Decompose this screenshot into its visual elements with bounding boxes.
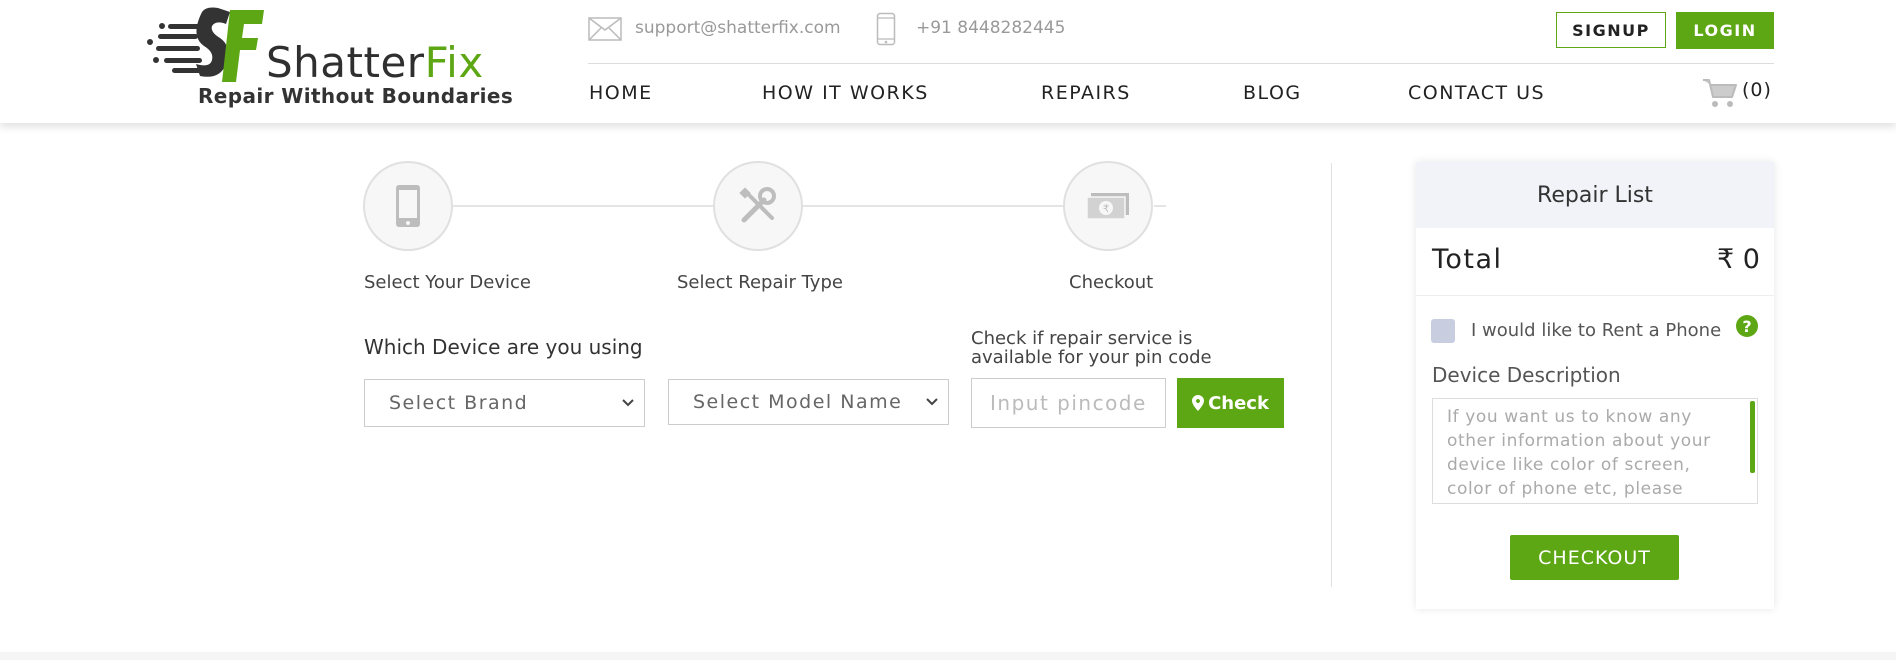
step-checkout: ₹ <box>1063 161 1153 251</box>
check-label: Check <box>1208 392 1269 414</box>
nav-blog[interactable]: BLOG <box>1243 82 1302 104</box>
step-device <box>363 161 453 251</box>
total-label: Total <box>1432 244 1503 275</box>
smartphone-icon <box>396 185 420 227</box>
nav-home[interactable]: HOME <box>589 82 653 104</box>
rupee-cash-icon: ₹ <box>1086 193 1129 220</box>
nav-repairs[interactable]: REPAIRS <box>1041 82 1131 104</box>
device-question: Which Device are you using <box>364 335 643 359</box>
support-phone[interactable]: +91 8448282445 <box>916 18 1065 38</box>
step-connector <box>1154 205 1166 207</box>
support-email[interactable]: support@shatterfix.com <box>635 18 841 38</box>
cart-count[interactable]: (0) <box>1742 79 1772 101</box>
site-header: ShatterFix Repair Without Boundaries sup… <box>0 0 1896 123</box>
help-icon[interactable]: ? <box>1736 315 1758 337</box>
checkout-button[interactable]: CHECKOUT <box>1510 535 1679 580</box>
tools-icon <box>739 187 776 223</box>
textarea-scrollbar[interactable] <box>1750 401 1755 473</box>
pincode-hint: Check if repair service is available for… <box>971 328 1212 368</box>
model-select-value: Select Model Name <box>693 391 903 413</box>
brand-select-value: Select Brand <box>389 392 529 414</box>
chevron-down-icon <box>926 398 938 406</box>
total-value: ₹ 0 <box>1717 244 1760 275</box>
step-label-repair-type: Select Repair Type <box>677 272 843 293</box>
signup-button[interactable]: SIGNUP <box>1556 12 1666 48</box>
step-label-device: Select Your Device <box>364 272 531 293</box>
repair-list-title: Repair List <box>1416 162 1774 228</box>
header-divider <box>588 63 1774 64</box>
login-button[interactable]: LOGIN <box>1676 12 1774 49</box>
logo-tagline: Repair Without Boundaries <box>198 84 514 108</box>
svg-text:₹: ₹ <box>1103 204 1109 215</box>
logo-mark-icon <box>147 7 264 82</box>
check-pincode-button[interactable]: Check <box>1177 378 1284 428</box>
map-pin-icon <box>1192 395 1205 411</box>
step-connector <box>802 205 1064 207</box>
brand-select[interactable]: Select Brand <box>364 379 645 427</box>
column-divider <box>1331 163 1332 587</box>
step-label-checkout: Checkout <box>1069 272 1154 293</box>
step-connector <box>452 205 714 207</box>
device-description-textarea[interactable]: If you want us to know any other informa… <box>1432 398 1758 504</box>
nav-contact-us[interactable]: CONTACT US <box>1408 82 1545 104</box>
chevron-down-icon <box>622 399 634 407</box>
cart-icon[interactable] <box>1702 77 1738 109</box>
pincode-input[interactable]: Input pincode <box>971 378 1166 428</box>
footer-strip <box>0 652 1896 660</box>
device-description-label: Device Description <box>1432 363 1621 387</box>
phone-icon <box>876 12 896 46</box>
model-select[interactable]: Select Model Name <box>668 379 949 425</box>
step-repair-type <box>713 161 803 251</box>
rent-phone-label[interactable]: I would like to Rent a Phone <box>1471 320 1721 341</box>
nav-how-it-works[interactable]: HOW IT WORKS <box>762 82 929 104</box>
logo-wordmark: ShatterFix <box>266 38 484 87</box>
panel-divider <box>1416 295 1774 296</box>
mail-icon <box>588 17 622 41</box>
rent-phone-checkbox[interactable] <box>1431 319 1455 343</box>
